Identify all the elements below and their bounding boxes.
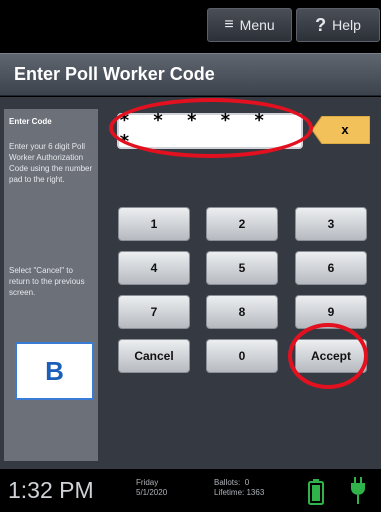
hamburger-icon: ≡ [224,16,234,33]
current-date: 5/1/2020 [136,488,168,497]
annotation-label-b: B [15,342,94,400]
key-7[interactable]: 7 [118,295,190,329]
key-3[interactable]: 3 [295,207,367,241]
instructions-sidebar: Enter Code Enter your 6 digit Poll Worke… [4,109,98,461]
clock-time: 1:32 PM [8,477,94,503]
status-bar: 1:32 PM Friday 5/1/2020 Ballots: 0 Lifet… [0,469,381,512]
sidebar-instructions: Enter your 6 digit Poll Worker Authoriza… [9,142,93,184]
key-6[interactable]: 6 [295,251,367,285]
annotation-circle-code [109,98,313,158]
battery-full-icon [308,479,324,510]
page-title: Enter Poll Worker Code [14,64,215,84]
clear-button[interactable]: x [312,116,370,144]
question-mark-icon: ? [315,14,327,35]
lifetime-label: Lifetime: [214,488,245,497]
menu-button[interactable]: ≡ Menu [207,8,292,42]
plug-icon [350,477,366,510]
title-bar: Enter Poll Worker Code [0,53,381,96]
ballots-value: 0 [244,478,250,487]
key-8[interactable]: 8 [206,295,278,329]
help-label: Help [332,17,361,33]
annotation-circle-accept [288,323,368,389]
menu-label: Menu [239,17,275,33]
key-4[interactable]: 4 [118,251,190,285]
clear-label: x [341,122,349,137]
sidebar-heading: Enter Code [9,117,52,126]
lifetime-value: 1363 [246,488,265,497]
lifetime-count: Lifetime: 1363 [214,488,264,498]
cancel-button[interactable]: Cancel [118,339,190,373]
ballot-counts: Ballots: 0 Lifetime: 1363 [214,478,264,498]
key-2[interactable]: 2 [206,207,278,241]
sidebar-cancel-note: Select "Cancel" to return to the previou… [9,266,85,297]
top-bar: ≡ Menu ? Help [0,0,381,46]
ballots-count: Ballots: 0 [214,478,264,488]
key-0[interactable]: 0 [206,339,278,373]
day-of-week: Friday [136,478,159,487]
date-block: Friday 5/1/2020 [136,478,167,498]
help-button[interactable]: ? Help [296,8,380,42]
ballots-label: Ballots: [214,478,241,487]
key-1[interactable]: 1 [118,207,190,241]
key-5[interactable]: 5 [206,251,278,285]
